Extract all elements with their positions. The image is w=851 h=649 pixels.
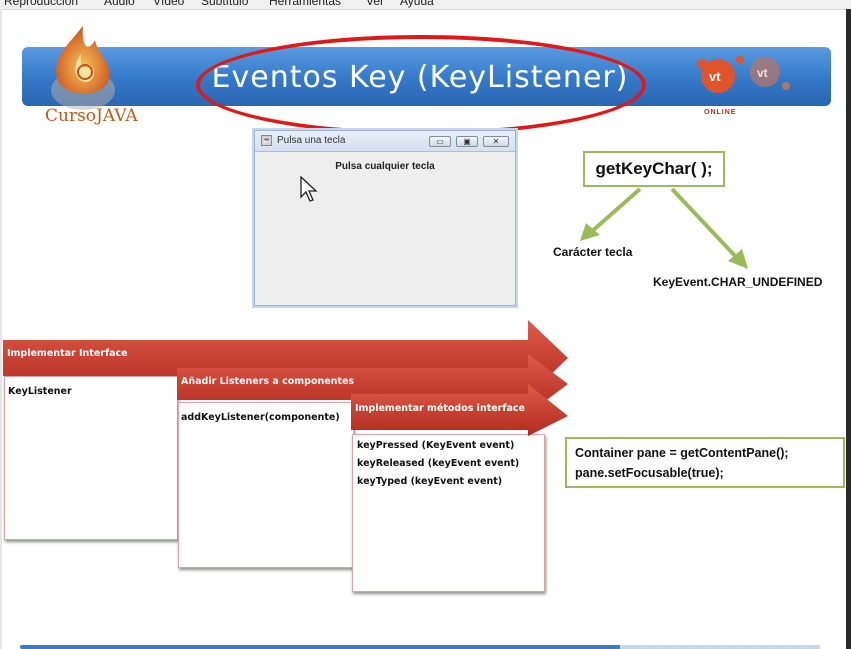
step2-item: addKeyListener(componente) xyxy=(181,412,340,423)
step1-heading: Implementar Interface xyxy=(7,348,128,359)
menu-subtitulo[interactable]: Subtítulo xyxy=(201,0,248,8)
frame-right-edge xyxy=(846,9,851,649)
step3-item-keypressed: keyPressed (KeyEvent event) xyxy=(357,440,515,451)
menu-ayuda[interactable]: Ayuda xyxy=(400,0,434,8)
maximize-button[interactable]: ▣ xyxy=(456,136,478,147)
mouse-pointer-icon xyxy=(300,176,318,202)
close-button[interactable]: ✕ xyxy=(483,136,509,147)
step1-item: KeyListener xyxy=(8,386,72,397)
window-body-label: Pulsa cualquier tecla xyxy=(335,161,435,172)
vt-logo-icon: vt vt xyxy=(697,56,790,93)
seek-bar-remaining[interactable] xyxy=(620,645,820,649)
menu-video[interactable]: Vídeo xyxy=(153,0,184,8)
logo-right-text: ONLINE xyxy=(704,109,737,116)
player-menu-bar: Reproducción Audio Vídeo Subtítulo Herra… xyxy=(0,0,851,10)
menu-ver[interactable]: Ver xyxy=(366,0,384,8)
window-title-bar[interactable]: ☕ Pulsa una tecla ▭ ▣ ✕ xyxy=(255,131,515,152)
branch-left-label: Carácter tecla xyxy=(553,245,633,259)
getkeychar-box: getKeyChar( ); xyxy=(583,151,725,187)
window-title: Pulsa una tecla xyxy=(277,135,346,146)
svg-text:vt: vt xyxy=(709,69,721,84)
menu-audio[interactable]: Audio xyxy=(104,0,135,8)
step3-heading: Implementar métodos interface xyxy=(355,403,525,414)
step3-item-keyreleased: keyReleased (keyEvent event) xyxy=(357,458,520,469)
menu-herramientas[interactable]: Herramientas xyxy=(269,0,341,8)
branch-arrows xyxy=(580,187,748,269)
minimize-button[interactable]: ▭ xyxy=(429,136,451,147)
code-line-1: Container pane = getContentPane(); xyxy=(575,446,789,460)
cursojava-logo: CursoJAVA xyxy=(35,18,138,138)
code-line-2: pane.setFocusable(true); xyxy=(575,466,724,480)
flame-icon xyxy=(51,26,115,110)
step2-heading: Añadir Listeners a componentes xyxy=(181,376,355,387)
step3-item-keytyped: keyTyped (keyEvent event) xyxy=(357,476,503,487)
highlight-ellipse xyxy=(196,35,646,135)
logo-left-text: CursoJAVA xyxy=(45,106,138,126)
java-cup-icon: ☕ xyxy=(261,135,272,146)
svg-text:vt: vt xyxy=(757,66,768,80)
java-frame-window[interactable]: ☕ Pulsa una tecla ▭ ▣ ✕ Pulsa cualquier … xyxy=(254,130,516,306)
code-snippet-box: Container pane = getContentPane(); pane.… xyxy=(565,437,845,488)
videotutoriales-logo: vt vt ONLINE xyxy=(690,52,810,118)
branch-right-label: KeyEvent.CHAR_UNDEFINED xyxy=(653,275,823,289)
menu-reproduccion[interactable]: Reproducción xyxy=(4,0,78,8)
